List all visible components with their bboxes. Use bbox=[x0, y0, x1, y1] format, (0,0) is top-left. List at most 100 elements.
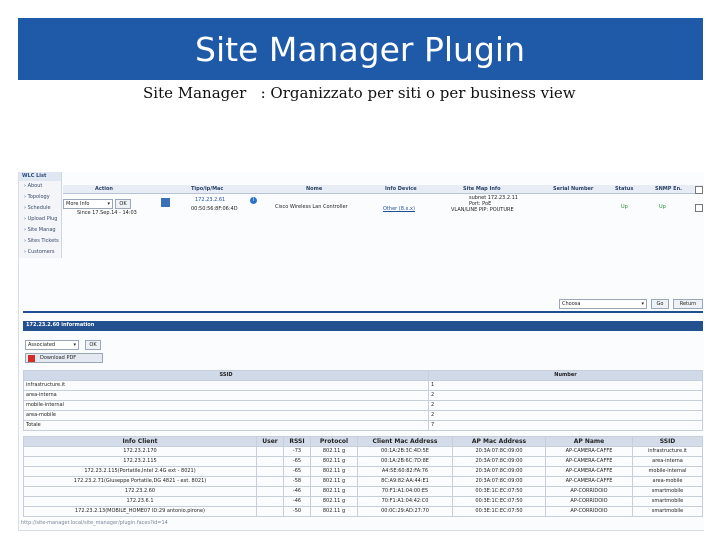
info-client-cell: 172.23.2.115(Portatile,Intel 2.4G ext - … bbox=[23, 466, 257, 477]
client-mac-cell: 00:1A:2B:3C:4D:5E bbox=[357, 446, 453, 457]
ssid-cell: area-interna bbox=[632, 456, 703, 467]
ap-mac-cell: 00:3E:1C:EC:07:50 bbox=[452, 486, 546, 497]
action-ok-button[interactable]: OK bbox=[115, 199, 131, 209]
table-row[interactable]: 172.23.2.60 -46 802.11 g 70:F1:A1:04:00:E5 0… bbox=[23, 486, 703, 497]
rssi-cell: -65 bbox=[283, 466, 311, 477]
number-cell: 2 bbox=[428, 390, 703, 401]
pdf-icon bbox=[28, 355, 35, 362]
association-select-value: Associated bbox=[28, 342, 56, 348]
go-button[interactable]: Go bbox=[651, 299, 669, 309]
client-mac-cell: 70:F1:A1:04:00:E5 bbox=[357, 486, 453, 497]
client-header-client-mac: Client Mac Address bbox=[357, 436, 453, 447]
col-serial[interactable]: Serial Number bbox=[553, 186, 593, 192]
client-mac-cell: 70:F1:A1:04:42:C0 bbox=[357, 496, 453, 507]
protocol-cell: 802.11 g bbox=[310, 466, 358, 477]
ap-name-cell: AP-CORRIDOIO bbox=[545, 486, 633, 497]
ssid-table: SSID Number infrastructure.it 1 area-inter… bbox=[23, 370, 703, 431]
ssid-cell: area-interna bbox=[23, 390, 429, 401]
ssid-cell: area-mobile bbox=[632, 476, 703, 487]
sidebar: WLC List › About › Topology › Schedule › Up… bbox=[19, 172, 62, 258]
rssi-cell: -46 bbox=[283, 486, 311, 497]
ap-name-cell: AP-CAMERA-CAFFE bbox=[545, 466, 633, 477]
ap-mac-cell: 00:3E:1C:EC:07:50 bbox=[452, 506, 546, 517]
select-all-checkbox[interactable] bbox=[695, 186, 703, 194]
ssid-cell: mobile-internal bbox=[23, 400, 429, 411]
client-mac-cell: A4:5E:60:82:FA:76 bbox=[357, 466, 453, 477]
user-cell bbox=[256, 476, 284, 487]
table-row[interactable]: 172.23.2.170 -73 802.11 g 00:1A:2B:3C:4D:5E… bbox=[23, 446, 703, 457]
col-action[interactable]: Action bbox=[95, 186, 113, 192]
sidebar-item[interactable]: › Sites Tickets bbox=[19, 236, 61, 247]
table-row: area-interna 2 bbox=[23, 390, 703, 401]
ap-mac-cell: 20:3A:07:8C:09:00 bbox=[452, 446, 546, 457]
col-info-device[interactable]: Info Device bbox=[385, 186, 417, 192]
ssid-cell: smartmobile bbox=[632, 496, 703, 507]
choose-select-value: Choosa bbox=[562, 301, 581, 307]
sidebar-item[interactable]: › About bbox=[19, 181, 61, 192]
rssi-cell: -46 bbox=[283, 496, 311, 507]
return-button[interactable]: Return bbox=[673, 299, 703, 309]
number-cell: 1 bbox=[428, 380, 703, 391]
choose-select[interactable]: Choosa ▾ bbox=[559, 299, 647, 309]
sidebar-item[interactable]: › Topology bbox=[19, 192, 61, 203]
device-row: More Info ▾ OK Since 17.Sep.14 - 14:03 1… bbox=[63, 194, 703, 218]
device-ip[interactable]: 172.23.2.61 bbox=[195, 197, 225, 203]
sidebar-item[interactable]: › Customers bbox=[19, 247, 61, 258]
row-checkbox[interactable] bbox=[695, 204, 703, 212]
association-ok-button[interactable]: OK bbox=[85, 340, 101, 350]
rssi-cell: -58 bbox=[283, 476, 311, 487]
user-cell bbox=[256, 496, 284, 507]
sidebar-item[interactable]: › Site Manag bbox=[19, 225, 61, 236]
device-grid-header: Action Tipo/ip/Mac Nome Info Device Site… bbox=[63, 185, 703, 194]
col-name[interactable]: Nome bbox=[306, 186, 322, 192]
rssi-cell: -50 bbox=[283, 506, 311, 517]
download-pdf-button[interactable]: Download PDF bbox=[25, 353, 103, 363]
client-header-user: User bbox=[256, 436, 284, 447]
table-row[interactable]: 172.23.2.115 -65 802.11 g 00:1A:2B:6C:7D:8E… bbox=[23, 456, 703, 467]
sidebar-item[interactable]: › Upload Plug bbox=[19, 214, 61, 225]
protocol-cell: 802.11 g bbox=[310, 446, 358, 457]
ap-mac-cell: 00:3E:1C:EC:07:50 bbox=[452, 496, 546, 507]
table-row[interactable]: 172.23.6.1 -46 802.11 g 70:F1:A1:04:42:C0 00… bbox=[23, 496, 703, 507]
ssid-header: SSID bbox=[23, 370, 429, 381]
ap-name-cell: AP-CORRIDOIO bbox=[545, 506, 633, 517]
ap-name-cell: AP-CORRIDOIO bbox=[545, 496, 633, 507]
download-pdf-label: Download PDF bbox=[40, 355, 77, 361]
since-text: Since 17.Sep.14 - 14:03 bbox=[77, 210, 137, 216]
rssi-cell: -73 bbox=[283, 446, 311, 457]
col-site-map-info[interactable]: Site Map Info bbox=[463, 186, 501, 192]
ap-name-cell: AP-CAMERA-CAFFE bbox=[545, 446, 633, 457]
info-client-cell: 172.23.2.115 bbox=[23, 456, 257, 467]
association-select[interactable]: Associated ▾ bbox=[25, 340, 79, 350]
info-client-cell: 172.23.2.13(MOBILE_HOME07 ID:29 antonio.… bbox=[23, 506, 257, 517]
info-icon[interactable]: i bbox=[250, 197, 257, 204]
table-row[interactable]: 172.23.2.115(Portatile,Intel 2.4G ext - … bbox=[23, 466, 703, 477]
status-value: Up bbox=[621, 204, 628, 210]
sidebar-item[interactable]: › Schedule bbox=[19, 203, 61, 214]
sidebar-header: WLC List bbox=[19, 172, 61, 181]
col-status[interactable]: Status bbox=[615, 186, 633, 192]
ssid-cell: infrastructure.it bbox=[23, 380, 429, 391]
table-row: infrastructure.it 1 bbox=[23, 380, 703, 391]
client-mac-cell: 00:0C:29:AD:27:70 bbox=[357, 506, 453, 517]
number-cell: 2 bbox=[428, 400, 703, 411]
device-icon bbox=[161, 198, 170, 207]
info-client-cell: 172.23.2.71(Giuseppe Portatile,DG 4821 -… bbox=[23, 476, 257, 487]
protocol-cell: 802.11 g bbox=[310, 456, 358, 467]
info-device-link[interactable]: Other (8.x.x) bbox=[383, 206, 415, 212]
number-header: Number bbox=[428, 370, 703, 381]
protocol-cell: 802.11 g bbox=[310, 486, 358, 497]
col-ip-mac[interactable]: Tipo/ip/Mac bbox=[191, 186, 223, 192]
table-row[interactable]: 172.23.2.71(Giuseppe Portatile,DG 4821 -… bbox=[23, 476, 703, 487]
client-mac-cell: 00:1A:2B:6C:7D:8E bbox=[357, 456, 453, 467]
user-cell bbox=[256, 446, 284, 457]
action-select[interactable]: More Info ▾ bbox=[63, 199, 113, 209]
table-row[interactable]: 172.23.2.13(MOBILE_HOME07 ID:29 antonio.… bbox=[23, 506, 703, 517]
table-row: mobile-internal 2 bbox=[23, 400, 703, 411]
ssid-cell: area-mobile bbox=[23, 410, 429, 421]
device-name: Cisco Wireless Lan Controller bbox=[275, 204, 348, 210]
info-client-cell: 172.23.2.60 bbox=[23, 486, 257, 497]
ssid-cell: infrastructure.it bbox=[632, 446, 703, 457]
col-snmp[interactable]: SNMP En. bbox=[655, 186, 682, 192]
user-cell bbox=[256, 456, 284, 467]
